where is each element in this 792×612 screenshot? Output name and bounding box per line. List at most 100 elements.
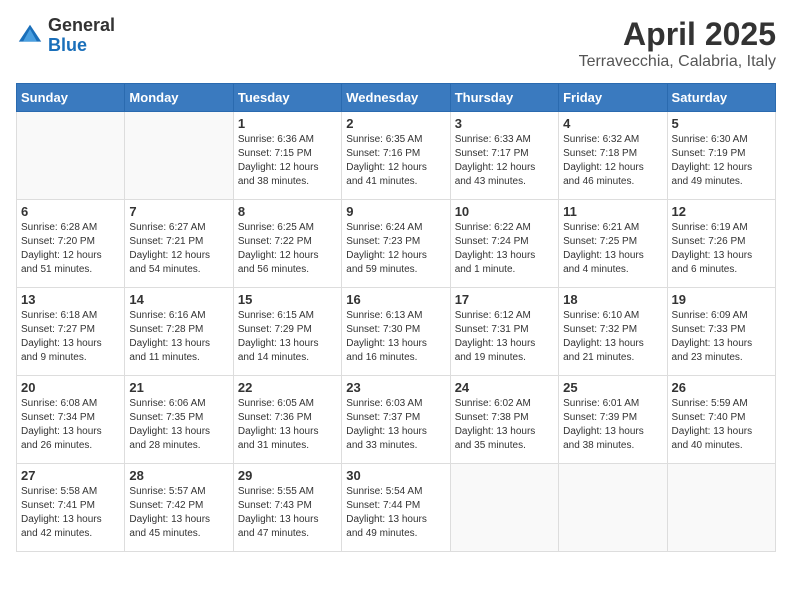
day-number: 19 [672,292,771,307]
calendar-cell: 18 Sunrise: 6:10 AM Sunset: 7:32 PM Dayli… [559,288,667,376]
calendar-cell: 21 Sunrise: 6:06 AM Sunset: 7:35 PM Dayli… [125,376,233,464]
day-info: Sunrise: 6:22 AM Sunset: 7:24 PM Dayligh… [455,221,554,277]
day-number: 24 [455,380,554,395]
day-info: Sunrise: 6:10 AM Sunset: 7:32 PM Dayligh… [563,309,662,365]
calendar-cell: 4 Sunrise: 6:32 AM Sunset: 7:18 PM Daylig… [559,112,667,200]
day-number: 17 [455,292,554,307]
day-info: Sunrise: 6:03 AM Sunset: 7:37 PM Dayligh… [346,397,445,453]
day-number: 5 [672,116,771,131]
day-info: Sunrise: 6:30 AM Sunset: 7:19 PM Dayligh… [672,133,771,189]
logo: General Blue [16,16,115,56]
day-info: Sunrise: 6:18 AM Sunset: 7:27 PM Dayligh… [21,309,120,365]
calendar-table: SundayMondayTuesdayWednesdayThursdayFrid… [16,83,776,552]
calendar-cell: 29 Sunrise: 5:55 AM Sunset: 7:43 PM Dayli… [233,464,341,552]
logo-text: General Blue [48,16,115,56]
calendar-cell: 27Sunrise: 5:58 AM Sunset: 7:41 PM Dayli… [17,464,125,552]
day-info: Sunrise: 6:24 AM Sunset: 7:23 PM Dayligh… [346,221,445,277]
day-number: 8 [238,204,337,219]
day-number: 1 [238,116,337,131]
logo-icon [16,22,44,50]
day-info: Sunrise: 6:25 AM Sunset: 7:22 PM Dayligh… [238,221,337,277]
day-info: Sunrise: 6:32 AM Sunset: 7:18 PM Dayligh… [563,133,662,189]
day-number: 15 [238,292,337,307]
day-number: 30 [346,468,445,483]
day-number: 11 [563,204,662,219]
calendar-cell: 30Sunrise: 5:54 AM Sunset: 7:44 PM Dayli… [342,464,450,552]
day-info: Sunrise: 6:08 AM Sunset: 7:34 PM Dayligh… [21,397,120,453]
calendar-cell: 20 Sunrise: 6:08 AM Sunset: 7:34 PM Dayli… [17,376,125,464]
day-number: 22 [238,380,337,395]
day-number: 6 [21,204,120,219]
calendar-header-wednesday: Wednesday [342,84,450,112]
calendar-cell: 14Sunrise: 6:16 AM Sunset: 7:28 PM Dayli… [125,288,233,376]
calendar-cell: 26Sunrise: 5:59 AM Sunset: 7:40 PM Dayli… [667,376,775,464]
location-title: Terravecchia, Calabria, Italy [579,53,776,71]
day-info: Sunrise: 6:16 AM Sunset: 7:28 PM Dayligh… [129,309,228,365]
calendar-cell: 23 Sunrise: 6:03 AM Sunset: 7:37 PM Dayli… [342,376,450,464]
day-number: 29 [238,468,337,483]
day-number: 28 [129,468,228,483]
day-info: Sunrise: 5:57 AM Sunset: 7:42 PM Dayligh… [129,485,228,541]
day-info: Sunrise: 6:02 AM Sunset: 7:38 PM Dayligh… [455,397,554,453]
calendar-cell: 16 Sunrise: 6:13 AM Sunset: 7:30 PM Dayli… [342,288,450,376]
week-row-1: 1Sunrise: 6:36 AM Sunset: 7:15 PM Daylig… [17,112,776,200]
day-number: 13 [21,292,120,307]
day-number: 25 [563,380,662,395]
calendar-cell [667,464,775,552]
day-number: 10 [455,204,554,219]
day-number: 4 [563,116,662,131]
day-info: Sunrise: 6:12 AM Sunset: 7:31 PM Dayligh… [455,309,554,365]
calendar-cell: 6 Sunrise: 6:28 AM Sunset: 7:20 PM Daylig… [17,200,125,288]
day-number: 21 [129,380,228,395]
day-info: Sunrise: 6:06 AM Sunset: 7:35 PM Dayligh… [129,397,228,453]
day-info: Sunrise: 6:27 AM Sunset: 7:21 PM Dayligh… [129,221,228,277]
day-number: 18 [563,292,662,307]
calendar-header-tuesday: Tuesday [233,84,341,112]
calendar-cell: 1Sunrise: 6:36 AM Sunset: 7:15 PM Daylig… [233,112,341,200]
calendar-cell: 2Sunrise: 6:35 AM Sunset: 7:16 PM Daylig… [342,112,450,200]
calendar-cell: 9 Sunrise: 6:24 AM Sunset: 7:23 PM Daylig… [342,200,450,288]
day-info: Sunrise: 6:33 AM Sunset: 7:17 PM Dayligh… [455,133,554,189]
calendar-cell [450,464,558,552]
day-number: 16 [346,292,445,307]
calendar-cell: 10 Sunrise: 6:22 AM Sunset: 7:24 PM Dayli… [450,200,558,288]
calendar-cell: 3 Sunrise: 6:33 AM Sunset: 7:17 PM Daylig… [450,112,558,200]
week-row-5: 27Sunrise: 5:58 AM Sunset: 7:41 PM Dayli… [17,464,776,552]
day-info: Sunrise: 6:28 AM Sunset: 7:20 PM Dayligh… [21,221,120,277]
logo-general-text: General [48,16,115,36]
calendar-cell [17,112,125,200]
day-number: 20 [21,380,120,395]
day-info: Sunrise: 5:55 AM Sunset: 7:43 PM Dayligh… [238,485,337,541]
calendar-header-monday: Monday [125,84,233,112]
calendar-header-friday: Friday [559,84,667,112]
calendar-cell: 19Sunrise: 6:09 AM Sunset: 7:33 PM Dayli… [667,288,775,376]
calendar-header-saturday: Saturday [667,84,775,112]
day-info: Sunrise: 6:13 AM Sunset: 7:30 PM Dayligh… [346,309,445,365]
day-number: 26 [672,380,771,395]
calendar-cell: 15Sunrise: 6:15 AM Sunset: 7:29 PM Dayli… [233,288,341,376]
calendar-header-sunday: Sunday [17,84,125,112]
title-area: April 2025 Terravecchia, Calabria, Italy [579,16,776,71]
calendar-cell [559,464,667,552]
day-info: Sunrise: 6:19 AM Sunset: 7:26 PM Dayligh… [672,221,771,277]
week-row-4: 20 Sunrise: 6:08 AM Sunset: 7:34 PM Dayli… [17,376,776,464]
calendar-cell: 5 Sunrise: 6:30 AM Sunset: 7:19 PM Daylig… [667,112,775,200]
calendar-cell: 7 Sunrise: 6:27 AM Sunset: 7:21 PM Daylig… [125,200,233,288]
day-number: 7 [129,204,228,219]
day-info: Sunrise: 6:01 AM Sunset: 7:39 PM Dayligh… [563,397,662,453]
calendar-cell [125,112,233,200]
header: General Blue April 2025 Terravecchia, Ca… [16,16,776,71]
day-number: 27 [21,468,120,483]
day-number: 9 [346,204,445,219]
week-row-2: 6 Sunrise: 6:28 AM Sunset: 7:20 PM Daylig… [17,200,776,288]
day-info: Sunrise: 6:35 AM Sunset: 7:16 PM Dayligh… [346,133,445,189]
day-number: 12 [672,204,771,219]
calendar-header-thursday: Thursday [450,84,558,112]
day-number: 23 [346,380,445,395]
day-info: Sunrise: 6:21 AM Sunset: 7:25 PM Dayligh… [563,221,662,277]
week-row-3: 13 Sunrise: 6:18 AM Sunset: 7:27 PM Dayli… [17,288,776,376]
month-title: April 2025 [579,16,776,53]
calendar-cell: 22Sunrise: 6:05 AM Sunset: 7:36 PM Dayli… [233,376,341,464]
calendar-cell: 28 Sunrise: 5:57 AM Sunset: 7:42 PM Dayli… [125,464,233,552]
day-number: 3 [455,116,554,131]
